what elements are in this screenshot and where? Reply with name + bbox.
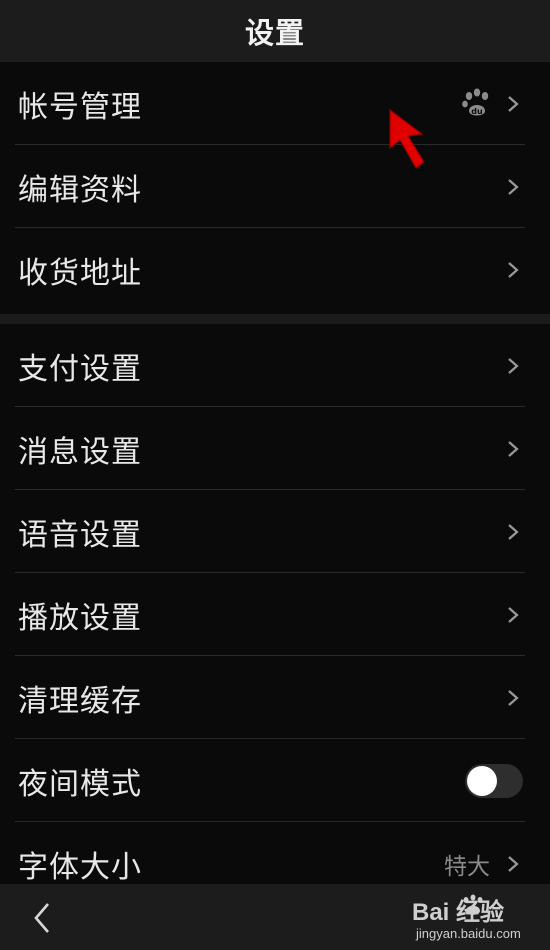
row-label: 消息设置 bbox=[18, 434, 142, 470]
row-night-mode: 夜间模式 bbox=[0, 739, 550, 822]
row-account-management[interactable]: 帐号管理 du bbox=[0, 62, 550, 145]
section-divider bbox=[0, 314, 550, 324]
chevron-right-icon bbox=[508, 606, 519, 623]
chevron-right-icon bbox=[508, 689, 519, 706]
baidu-paw-icon: du bbox=[462, 88, 489, 116]
toggle-knob bbox=[467, 765, 497, 796]
baidu-paw-icon bbox=[463, 894, 483, 915]
row-label: 清理缓存 bbox=[18, 683, 142, 719]
chevron-right-icon bbox=[508, 523, 519, 540]
row-label: 语音设置 bbox=[18, 517, 142, 553]
row-shipping-address[interactable]: 收货地址 bbox=[0, 228, 550, 311]
row-label: 帐号管理 bbox=[18, 89, 142, 125]
row-label: 播放设置 bbox=[18, 600, 142, 636]
svg-text:du: du bbox=[471, 107, 483, 116]
font-size-value: 特大 bbox=[444, 853, 490, 880]
chevron-right-icon bbox=[508, 855, 519, 872]
settings-group-account: 帐号管理 du 编辑资料 收货地址 bbox=[0, 62, 550, 314]
chevron-right-icon bbox=[508, 95, 519, 112]
row-voice-settings[interactable]: 语音设置 bbox=[0, 490, 550, 573]
row-message-settings[interactable]: 消息设置 bbox=[0, 407, 550, 490]
settings-group-general: 支付设置 消息设置 语音设置 播放设置 清理缓存 夜间模式 字体大小 特大 bbox=[0, 324, 550, 885]
row-label: 支付设置 bbox=[18, 351, 142, 387]
chevron-right-icon bbox=[508, 440, 519, 457]
bottom-bar: Bai 经验 jingyan.baidu.com bbox=[0, 884, 550, 950]
settings-screen: 设置 帐号管理 du 编辑资料 收货地址 支付设置 消息设置 语音设置 播放设置… bbox=[0, 0, 550, 950]
watermark-brand: Bai 经验 bbox=[412, 899, 505, 926]
chevron-right-icon bbox=[508, 357, 519, 374]
chevron-right-icon bbox=[508, 178, 519, 195]
chevron-right-icon bbox=[508, 261, 519, 278]
baidu-jingyan-watermark: Bai 经验 jingyan.baidu.com bbox=[412, 890, 542, 948]
watermark-url: jingyan.baidu.com bbox=[416, 926, 521, 941]
row-clear-cache[interactable]: 清理缓存 bbox=[0, 656, 550, 739]
row-label: 夜间模式 bbox=[18, 766, 142, 802]
red-pointer-arrow-icon bbox=[389, 108, 425, 169]
row-label: 编辑资料 bbox=[18, 172, 142, 208]
night-mode-toggle[interactable] bbox=[465, 763, 523, 798]
chevron-left-icon[interactable] bbox=[28, 901, 58, 935]
row-label: 字体大小 bbox=[18, 849, 142, 885]
row-payment-settings[interactable]: 支付设置 bbox=[0, 324, 550, 407]
title-bar: 设置 bbox=[0, 0, 550, 62]
page-title: 设置 bbox=[244, 16, 305, 50]
row-playback-settings[interactable]: 播放设置 bbox=[0, 573, 550, 656]
row-label: 收货地址 bbox=[18, 255, 142, 291]
row-edit-profile[interactable]: 编辑资料 bbox=[0, 145, 550, 228]
